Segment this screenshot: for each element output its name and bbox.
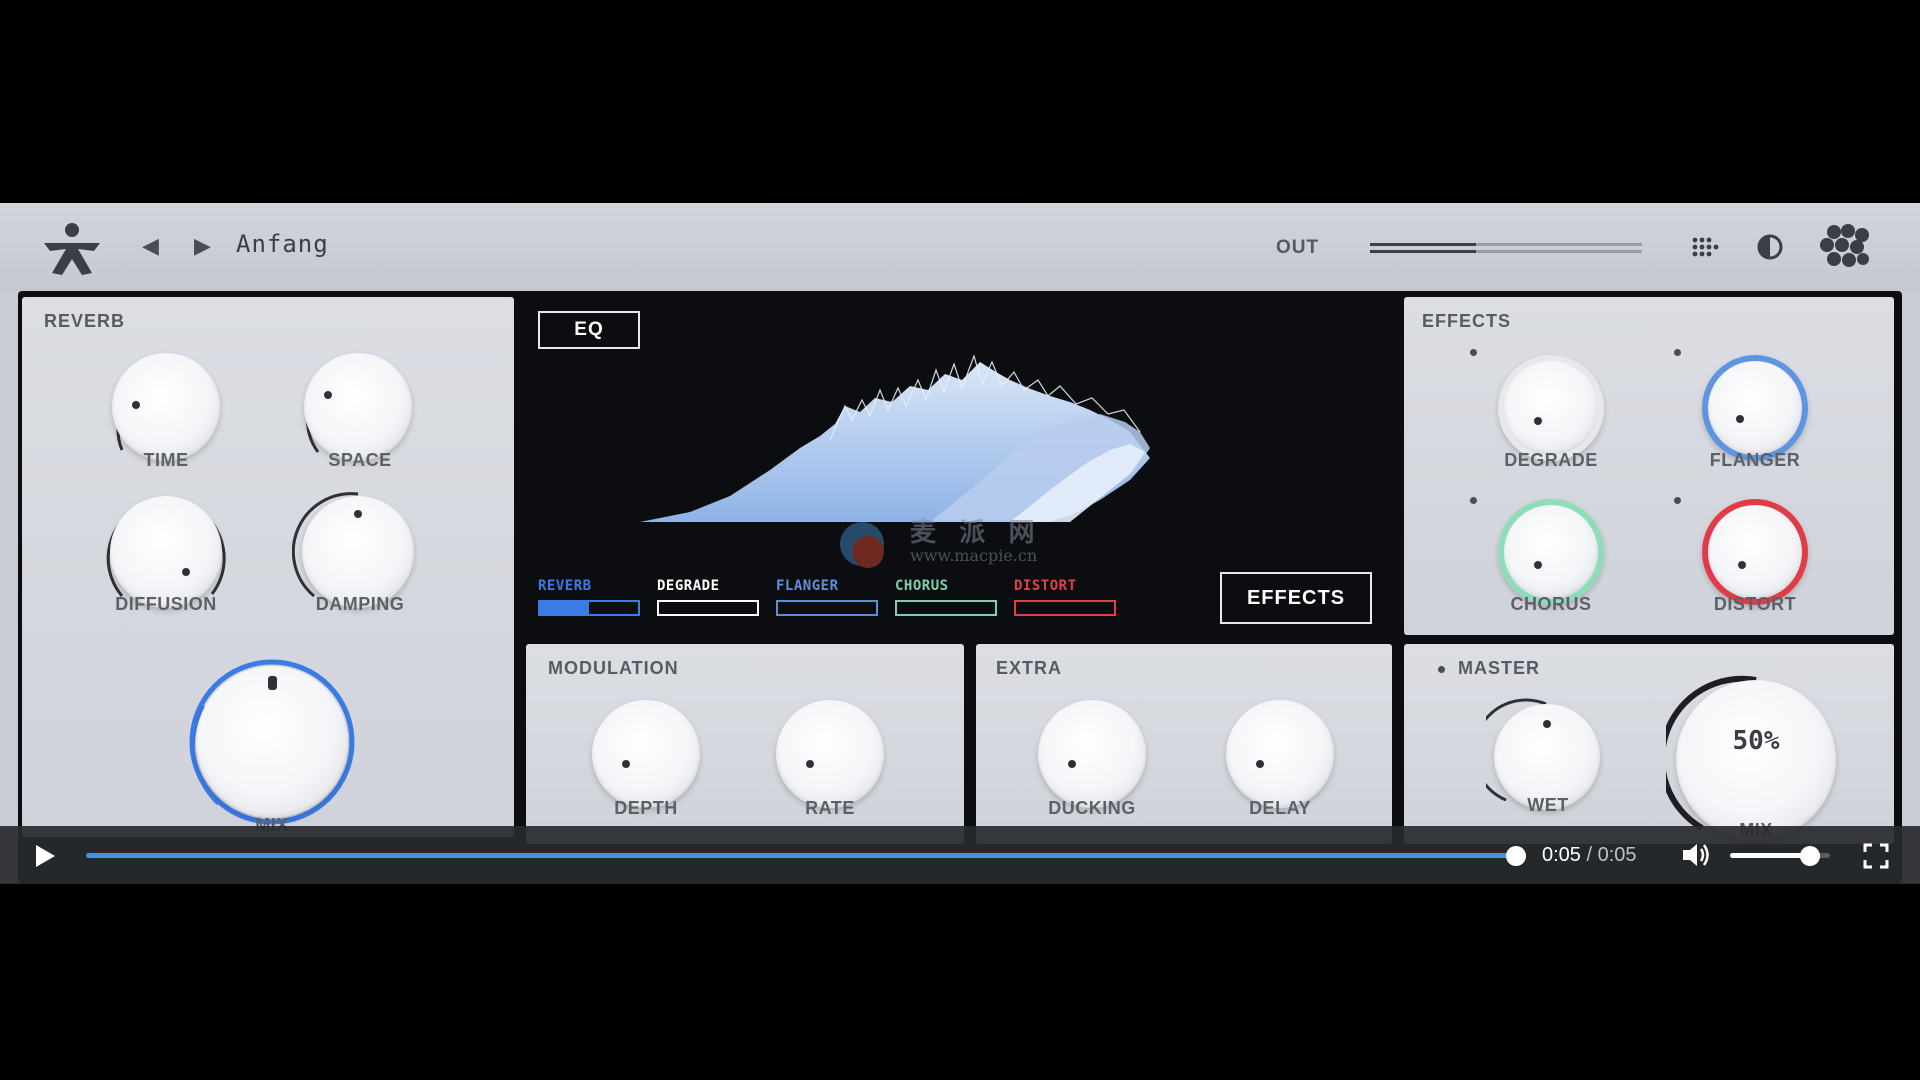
rate-knob[interactable] (776, 700, 884, 808)
distort-led (1674, 497, 1681, 504)
video-stage: ◀ ▶ Anfang OUT REVERB TIME SPACE DIFFUSI… (0, 0, 1920, 1080)
chorus-knob[interactable] (1498, 499, 1604, 605)
time-separator: / (1580, 844, 1598, 866)
space-label: SPACE (328, 450, 392, 470)
tab-indicator (657, 600, 759, 616)
flanger-label: FLANGER (1709, 450, 1801, 470)
tab-distort[interactable]: DISTORT (1014, 578, 1118, 616)
degrade-label: DEGRADE (1504, 450, 1598, 470)
fullscreen-icon[interactable] (1862, 842, 1890, 870)
reverb-mix-knob[interactable] (196, 666, 348, 818)
space-knob[interactable] (304, 353, 412, 461)
chorus-led (1470, 497, 1477, 504)
volume-slider[interactable] (1730, 846, 1830, 866)
volume-icon[interactable] (1680, 840, 1712, 870)
triangle-left-icon: ◀ (142, 233, 159, 258)
watermark-text: 麦 派 网 (910, 517, 1043, 547)
tab-label: FLANGER (776, 578, 839, 594)
effects-title: EFFECTS (1422, 311, 1512, 331)
rate-label: RATE (805, 798, 855, 818)
diffusion-label: DIFFUSION (115, 594, 217, 614)
reverb-title: REVERB (44, 311, 126, 331)
chorus-label: CHORUS (1510, 594, 1592, 614)
top-bar: ◀ ▶ Anfang OUT (0, 203, 1920, 291)
eq-button[interactable]: EQ (538, 311, 640, 349)
wet-label: WET (1527, 795, 1569, 815)
progress-handle[interactable] (1506, 846, 1526, 866)
ducking-label: DUCKING (1048, 798, 1136, 818)
contrast-icon[interactable] (1752, 229, 1788, 265)
tab-indicator (538, 600, 640, 616)
depth-knob[interactable] (592, 700, 700, 808)
extra-title: EXTRA (996, 658, 1063, 678)
tab-indicator (776, 600, 878, 616)
tab-flanger[interactable]: FLANGER (776, 578, 880, 616)
flanger-knob[interactable] (1702, 355, 1808, 461)
ducking-knob[interactable] (1038, 700, 1146, 808)
master-mix-knob[interactable] (1676, 680, 1836, 840)
watermark-url: www.macpie.cn (910, 546, 1038, 565)
master-title: MASTER (1458, 658, 1540, 678)
next-preset-button[interactable]: ▶ (194, 233, 211, 259)
video-controls: 0:05 / 0:05 (0, 826, 1920, 884)
out-label: OUT (1276, 237, 1320, 258)
grid-dots-icon[interactable] (1686, 229, 1722, 265)
tab-label: DISTORT (1014, 578, 1077, 594)
diffusion-knob[interactable] (110, 496, 222, 608)
tab-reverb[interactable]: REVERB (538, 578, 642, 616)
app-logo-icon (44, 223, 100, 275)
time-label: TIME (143, 450, 189, 470)
time-display: 0:05 / 0:05 (1542, 844, 1637, 867)
delay-label: DELAY (1249, 798, 1311, 818)
master-led (1438, 666, 1445, 673)
prev-preset-button[interactable]: ◀ (142, 233, 159, 259)
watermark: 麦 派 网 www.macpie.cn (830, 512, 1080, 572)
degrade-knob[interactable] (1498, 355, 1604, 461)
tab-indicator (1014, 600, 1116, 616)
distort-knob[interactable] (1702, 499, 1808, 605)
tab-indicator (895, 600, 997, 616)
volume-fill (1730, 853, 1810, 858)
modulation-title: MODULATION (548, 658, 679, 678)
progress-bar[interactable] (86, 846, 1526, 866)
tab-indicator-fill (540, 602, 589, 614)
master-mix-value: 50% (1732, 726, 1780, 756)
tab-degrade[interactable]: DEGRADE (657, 578, 761, 616)
effects-button[interactable]: EFFECTS (1220, 572, 1372, 624)
flanger-led (1674, 349, 1681, 356)
time-knob[interactable] (112, 353, 220, 461)
progress-fill (86, 853, 1516, 858)
tab-label: DEGRADE (657, 578, 720, 594)
degrade-led (1470, 349, 1477, 356)
current-time: 0:05 (1542, 844, 1581, 866)
spectrum-display (640, 354, 1150, 522)
flower-logo-icon[interactable] (1818, 223, 1872, 269)
damping-label: DAMPING (315, 594, 405, 614)
damping-knob[interactable] (302, 496, 414, 608)
triangle-right-icon: ▶ (194, 233, 211, 258)
tab-chorus[interactable]: CHORUS (895, 578, 999, 616)
volume-handle[interactable] (1800, 846, 1820, 866)
tab-label: CHORUS (895, 578, 949, 594)
watermark-apple-icon (840, 522, 884, 568)
depth-label: DEPTH (614, 798, 678, 818)
tab-label: REVERB (538, 578, 592, 594)
distort-label: DISTORT (1713, 594, 1797, 614)
play-icon[interactable] (30, 842, 58, 870)
output-meter (1370, 241, 1642, 259)
preset-name[interactable]: Anfang (236, 230, 329, 258)
delay-knob[interactable] (1226, 700, 1334, 808)
duration: 0:05 (1597, 844, 1637, 866)
